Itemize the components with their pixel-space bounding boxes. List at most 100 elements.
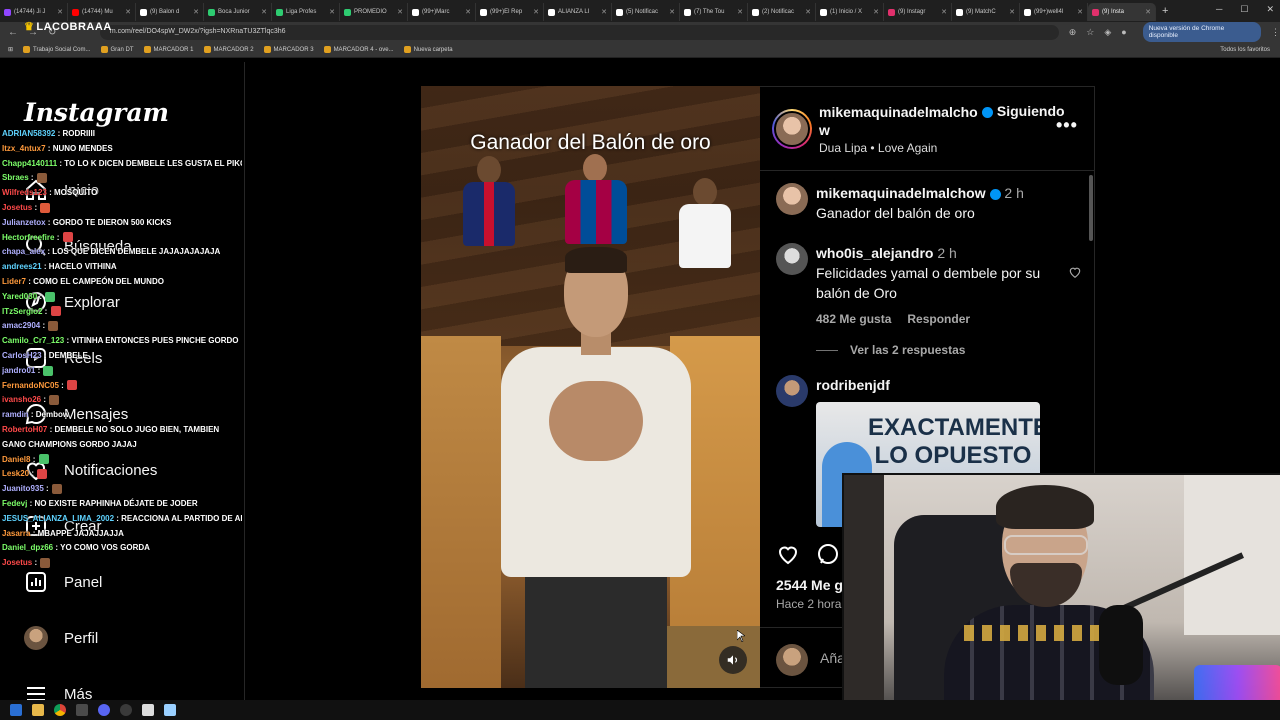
comment-likes[interactable]: 482 Me gusta [816, 309, 891, 329]
audio-track[interactable]: Dua Lipa • Love Again [819, 141, 937, 155]
reply-button[interactable]: Responder [907, 309, 970, 329]
tab-close-icon[interactable]: ✕ [667, 8, 675, 16]
bookmark-star-icon[interactable]: ☆ [1086, 27, 1094, 38]
following-button[interactable]: Siguiendo [982, 103, 1065, 119]
browser-tab[interactable]: (7) The Tou ✕ [680, 3, 748, 21]
chat-username[interactable]: Daniel_dpz66 [2, 543, 53, 552]
chat-username[interactable]: RobertoH07 [2, 425, 47, 434]
tab-close-icon[interactable]: ✕ [531, 8, 539, 16]
chat-username[interactable]: Camilo_Cr7_123 [2, 336, 64, 345]
browser-tab[interactable]: (99+)well4l ✕ [1020, 3, 1088, 21]
reel-video[interactable]: Ganador del Balón de oro [421, 86, 760, 688]
bookmark-item[interactable]: MARCADOR 1 [143, 46, 194, 53]
chat-username[interactable]: Hectorfreefire [2, 233, 54, 242]
chat-username[interactable]: ramdin [2, 410, 29, 419]
chat-username[interactable]: Josetus [2, 203, 32, 212]
tab-close-icon[interactable]: ✕ [871, 8, 879, 16]
app-icon[interactable] [76, 704, 88, 716]
tab-close-icon[interactable]: ✕ [599, 8, 607, 16]
browser-tab[interactable]: (5) Notificac ✕ [612, 3, 680, 21]
chrome-icon[interactable] [54, 704, 66, 716]
url-field[interactable]: m.com/reel/DO4spW_DW2x/?igsh=NXRnaTU3ZTl… [99, 24, 1059, 40]
caption-username[interactable]: mikemaquinadelmalchow [816, 185, 986, 201]
tab-close-icon[interactable]: ✕ [55, 8, 63, 16]
browser-tab[interactable]: (1) Inicio / X ✕ [816, 3, 884, 21]
apps-icon[interactable]: ⊞ [8, 46, 13, 53]
chat-username[interactable]: Juanito935 [2, 484, 44, 493]
chat-username[interactable]: ITzSergio2 [2, 307, 42, 316]
comment-username[interactable]: rodribenjdf [816, 377, 890, 393]
chat-username[interactable]: amac2904 [2, 321, 40, 330]
browser-tab[interactable]: (14744) Mu ✕ [68, 3, 136, 21]
browser-tab[interactable]: Boca Junior ✕ [204, 3, 272, 21]
more-options-icon[interactable]: ••• [1056, 115, 1078, 136]
chat-username[interactable]: chapa_alex [2, 247, 45, 256]
tab-close-icon[interactable]: ✕ [463, 8, 471, 16]
extensions-icon[interactable]: ◈ [1104, 27, 1111, 38]
chat-username[interactable]: ivansho26 [2, 395, 41, 404]
chat-username[interactable]: Jasarra [2, 529, 30, 538]
chat-username[interactable]: JESUS_ALIANZA_LIMA_2002 [2, 514, 114, 523]
like-heart-icon[interactable] [776, 542, 800, 566]
instagram-logo[interactable]: Instagram [24, 98, 169, 127]
bookmark-item[interactable]: MARCADOR 3 [263, 46, 314, 53]
likes-count[interactable]: 2544 Me g [776, 577, 843, 593]
author-username[interactable]: mikemaquinadelmalchow [819, 103, 979, 139]
browser-tab[interactable]: (99+)Marc ✕ [408, 3, 476, 21]
tab-close-icon[interactable]: ✕ [259, 8, 267, 16]
discord-icon[interactable] [98, 704, 110, 716]
start-icon[interactable] [10, 704, 22, 716]
chat-username[interactable]: Julianzetox [2, 218, 46, 227]
chat-username[interactable]: Fedevj [2, 499, 27, 508]
app-icon[interactable] [164, 704, 176, 716]
kebab-menu-icon[interactable]: ⋮ [1271, 27, 1280, 38]
tab-close-icon[interactable]: ✕ [123, 8, 131, 16]
comment-avatar[interactable] [776, 243, 808, 275]
chat-username[interactable]: Wilfreds123 [2, 188, 47, 197]
tab-close-icon[interactable]: ✕ [395, 8, 403, 16]
caption-avatar[interactable] [776, 183, 808, 215]
tab-close-icon[interactable]: ✕ [1143, 8, 1151, 16]
sidebar-item-perfil[interactable]: Perfil [24, 623, 98, 653]
tab-close-icon[interactable]: ✕ [191, 8, 199, 16]
chat-username[interactable]: jandro01 [2, 366, 35, 375]
chat-username[interactable]: Itzx_4ntux7 [2, 144, 46, 153]
browser-tab[interactable]: ALIANZA LI ✕ [544, 3, 612, 21]
chat-username[interactable]: FernandoNC05 [2, 381, 59, 390]
all-bookmarks-button[interactable]: Todos los favoritos [1220, 47, 1270, 53]
bookmark-item[interactable]: Gran DT [100, 46, 134, 53]
new-tab-icon[interactable]: + [1162, 5, 1168, 17]
browser-tab[interactable]: (9) Instagr ✕ [884, 3, 952, 21]
browser-tab[interactable]: (14744) Ji J ✕ [0, 3, 68, 21]
sidebar-item-panel[interactable]: Panel [24, 567, 102, 597]
comment-username[interactable]: who0is_alejandro [816, 245, 933, 261]
close-window-icon[interactable]: ✕ [1266, 4, 1274, 15]
chat-username[interactable]: CarlosH23 [2, 351, 42, 360]
browser-tab[interactable]: (9) Insta ✕ [1088, 3, 1156, 21]
browser-tab[interactable]: (2) Notificac ✕ [748, 3, 816, 21]
comment-bubble-icon[interactable] [816, 542, 840, 566]
tab-close-icon[interactable]: ✕ [1075, 8, 1083, 16]
app-icon[interactable] [142, 704, 154, 716]
browser-tab[interactable]: PROMEDIO ✕ [340, 3, 408, 21]
file-explorer-icon[interactable] [32, 704, 44, 716]
tab-close-icon[interactable]: ✕ [803, 8, 811, 16]
bookmark-item[interactable]: MARCADOR 2 [203, 46, 254, 53]
maximize-icon[interactable]: ☐ [1240, 4, 1248, 15]
chat-username[interactable]: Josetus [2, 558, 32, 567]
bookmark-item[interactable]: Nueva carpeta [403, 46, 453, 53]
chat-username[interactable]: Chapp4140111 [2, 159, 57, 168]
browser-tab[interactable]: (9) MatchC ✕ [952, 3, 1020, 21]
heart-icon[interactable] [1068, 265, 1082, 279]
obs-icon[interactable] [120, 704, 132, 716]
comments-scrollbar[interactable] [1089, 175, 1093, 241]
chat-username[interactable]: Lider7 [2, 277, 26, 286]
view-replies-button[interactable]: Ver las 2 respuestas [816, 343, 965, 357]
browser-tab[interactable]: Liga Profes ✕ [272, 3, 340, 21]
chat-username[interactable]: andrees21 [2, 262, 42, 271]
back-icon[interactable]: ← [8, 27, 18, 38]
bookmark-item[interactable]: Trabajo Social Com... [23, 46, 91, 53]
comment-avatar[interactable] [776, 375, 808, 407]
chat-username[interactable]: Yared030 [2, 292, 37, 301]
tab-close-icon[interactable]: ✕ [327, 8, 335, 16]
